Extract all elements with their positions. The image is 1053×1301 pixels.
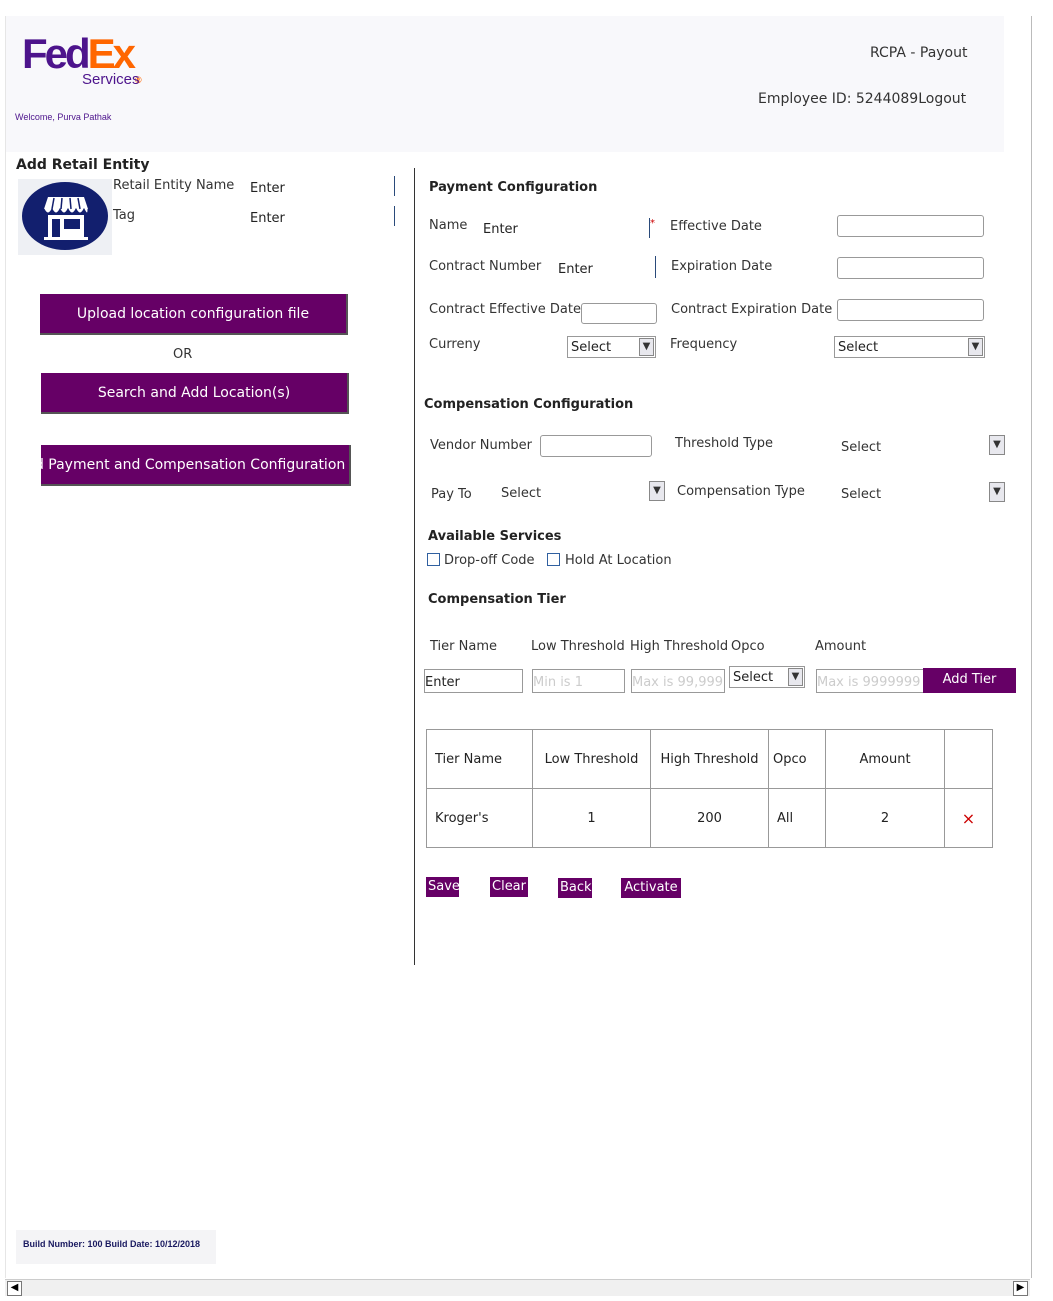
panel-divider — [414, 168, 415, 965]
frequency-select[interactable]: Select ▼ — [834, 336, 985, 358]
pay-to-label: Pay To — [431, 487, 472, 502]
footer: Build Number: 100 Build Date: 10/12/2018 — [16, 1230, 216, 1264]
low-threshold-input[interactable]: Min is 1 — [532, 669, 625, 693]
column-header — [944, 729, 993, 789]
add-retail-entity-title: Add Retail Entity — [16, 157, 150, 173]
dropoff-code-checkbox[interactable] — [427, 553, 440, 566]
contract-expiration-date-input[interactable] — [837, 299, 984, 321]
vendor-number-label: Vendor Number — [430, 438, 533, 453]
hold-at-location-checkbox[interactable] — [547, 553, 560, 566]
contract-effective-date-label: Contract Effective Date — [429, 302, 581, 317]
employee-id: Employee ID: 5244089Logout — [758, 91, 967, 107]
cell-opco: All — [768, 788, 826, 848]
activate-button[interactable]: Activate — [621, 878, 681, 898]
compensation-type-select[interactable]: Select — [841, 487, 881, 502]
back-button[interactable]: Back — [558, 878, 592, 898]
chevron-down-icon: ▼ — [788, 668, 803, 686]
tier-table: Tier Name Low Threshold High Threshold O… — [426, 729, 993, 848]
hold-at-location-label: Hold At Location — [565, 553, 672, 568]
cell-high-threshold: 200 — [650, 788, 769, 848]
welcome-text: Welcome, Purva Pathak — [15, 112, 112, 122]
currency-select-value: Select — [571, 340, 612, 355]
dropoff-code-label: Drop-off Code — [444, 553, 535, 568]
arrow-left-icon[interactable]: ◀ — [7, 1281, 22, 1296]
effective-date-input[interactable] — [837, 215, 984, 237]
expiration-date-input[interactable] — [837, 257, 984, 279]
app-frame — [5, 16, 1032, 1278]
tier-name-label: Tier Name — [430, 639, 497, 654]
opco-select-value: Select — [733, 670, 774, 685]
store-icon — [18, 179, 112, 255]
column-header: Opco — [768, 729, 826, 789]
logout-link[interactable]: Logout — [918, 91, 966, 107]
search-add-location-button[interactable]: Search and Add Location(s) — [41, 373, 349, 414]
upload-config-button[interactable]: Upload location configuration file — [40, 294, 348, 335]
column-header: Low Threshold — [532, 729, 651, 789]
close-icon[interactable]: × — [944, 788, 993, 848]
available-services-title: Available Services — [428, 529, 562, 544]
amount-label: Amount — [815, 639, 867, 654]
column-header: High Threshold — [650, 729, 769, 789]
tier-name-input[interactable]: Enter — [424, 669, 523, 693]
chevron-down-icon[interactable]: ▼ — [989, 482, 1005, 502]
add-payment-config-button[interactable]: Add Payment and Compensation Configurati… — [41, 445, 351, 486]
build-info: Build Number: 100 Build Date: 10/12/2018 — [23, 1239, 201, 1249]
high-threshold-label: High Threshold — [630, 639, 729, 654]
app-title: RCPA - Payout — [870, 45, 968, 61]
contract-effective-date-input[interactable] — [581, 303, 657, 324]
threshold-type-label: Threshold Type — [675, 436, 774, 451]
header — [6, 16, 1004, 152]
cell-tier-name: Kroger's — [426, 788, 533, 848]
input-divider — [655, 256, 656, 278]
currency-select[interactable]: Select ▼ — [567, 336, 656, 358]
entity-name-input[interactable]: Enter — [250, 181, 285, 196]
high-threshold-input[interactable]: Max is 99,999 — [631, 669, 725, 693]
or-text: OR — [173, 347, 193, 362]
amount-input[interactable]: Max is 9999999 — [816, 669, 924, 693]
input-divider — [394, 176, 395, 196]
chevron-down-icon: ▼ — [968, 338, 983, 356]
frequency-select-value: Select — [838, 340, 879, 355]
clear-button[interactable]: Clear — [490, 877, 528, 897]
required-mark: * — [650, 218, 655, 229]
add-tier-button[interactable]: Add Tier — [923, 668, 1016, 693]
name-label: Name — [429, 218, 468, 233]
compensation-type-label: Compensation Type — [677, 484, 805, 499]
payment-config-title: Payment Configuration — [429, 180, 598, 195]
chevron-down-icon: ▼ — [639, 338, 654, 356]
opco-label: Opco — [731, 639, 765, 654]
horizontal-scrollbar[interactable]: ◀ ▶ — [5, 1279, 1030, 1296]
chevron-down-icon[interactable]: ▼ — [989, 435, 1005, 455]
cell-low-threshold: 1 — [532, 788, 651, 848]
logo-services-text: Services — [82, 71, 140, 88]
threshold-type-select[interactable]: Select — [841, 440, 881, 455]
chevron-down-icon[interactable]: ▼ — [649, 481, 665, 501]
frequency-label: Frequency — [670, 337, 738, 352]
input-divider — [394, 206, 395, 226]
contract-expiration-date-label: Contract Expiration Date — [671, 302, 833, 317]
column-header: Tier Name — [426, 729, 533, 789]
compensation-config-title: Compensation Configuration — [424, 397, 634, 412]
pay-to-select[interactable]: Select — [501, 486, 541, 501]
opco-select[interactable]: Select ▼ — [729, 666, 805, 688]
contract-number-label: Contract Number — [429, 259, 542, 274]
tag-label: Tag — [113, 208, 136, 223]
vendor-number-input[interactable] — [540, 435, 652, 457]
expiration-date-label: Expiration Date — [671, 259, 773, 274]
table-row: Kroger's 1 200 All 2 × — [426, 788, 993, 848]
name-input[interactable]: Enter — [483, 222, 518, 237]
cell-amount: 2 — [825, 788, 945, 848]
arrow-right-icon[interactable]: ▶ — [1013, 1281, 1028, 1296]
tag-input[interactable]: Enter — [250, 211, 285, 226]
low-threshold-label: Low Threshold — [531, 639, 625, 654]
entity-name-label: Retail Entity Name — [113, 178, 235, 193]
compensation-tier-title: Compensation Tier — [428, 592, 566, 607]
currency-label: Curreny — [429, 337, 481, 352]
column-header: Amount — [825, 729, 945, 789]
contract-number-input[interactable]: Enter — [558, 262, 593, 277]
effective-date-label: Effective Date — [670, 219, 762, 234]
save-button[interactable]: Save — [426, 877, 460, 897]
table-header-row: Tier Name Low Threshold High Threshold O… — [426, 729, 993, 789]
